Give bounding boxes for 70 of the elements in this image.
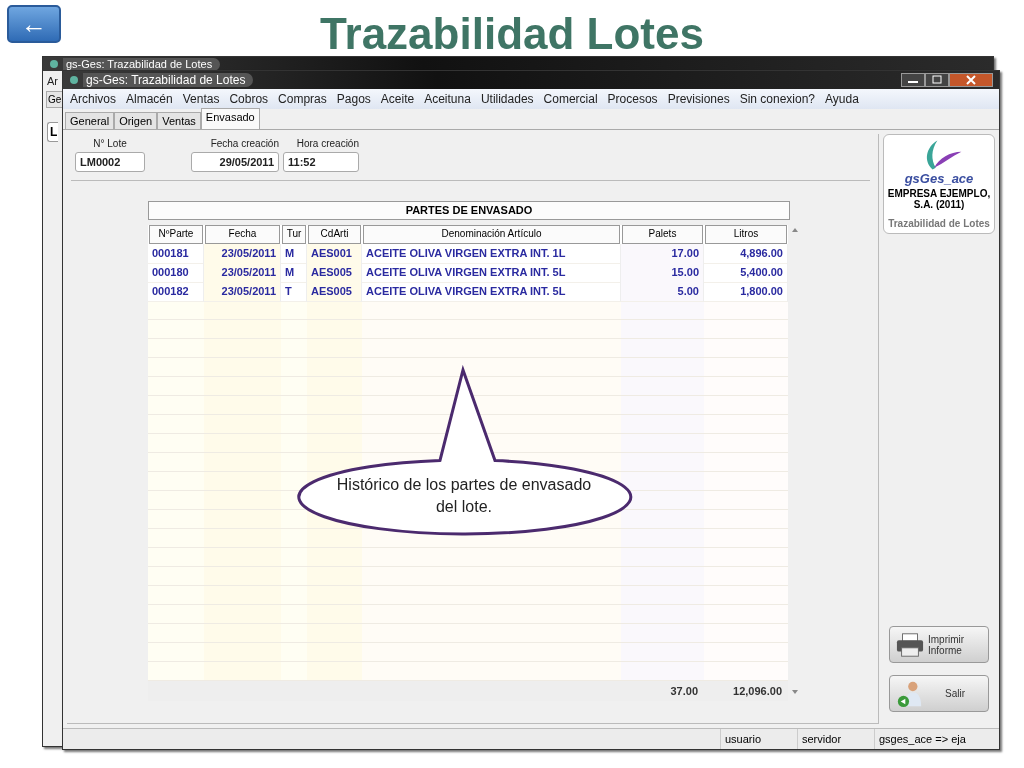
menu-item[interactable]: Comercial (538, 92, 603, 106)
text-field[interactable]: 29/05/2011 (191, 152, 279, 172)
field-label: Fecha creación (210, 138, 279, 149)
menu-item[interactable]: Cobros (224, 92, 274, 106)
column-header[interactable]: NºParte (149, 225, 203, 244)
scroll-up-icon[interactable] (791, 227, 799, 233)
status-text: usuario (720, 729, 797, 749)
text-field[interactable]: 11:52 (283, 152, 359, 172)
text-field[interactable]: LM0002 (75, 152, 145, 172)
total-cell-text: 12,096.00 (732, 684, 783, 699)
menu-item[interactable]: Aceite (375, 92, 420, 106)
column-header[interactable]: Denominación Artículo (363, 225, 620, 244)
total-cell-text: 37.00 (669, 684, 699, 699)
close-icon[interactable] (949, 73, 993, 87)
table-cell: 5.00 (621, 282, 704, 302)
maximize-icon[interactable] (925, 73, 949, 87)
tab[interactable]: Ventas (157, 112, 201, 129)
table-cell: 17.00 (621, 244, 704, 264)
table-cell: AES005 (307, 282, 362, 302)
menu-item[interactable]: Archivos (65, 92, 121, 106)
table-cell: 5,400.00 (704, 263, 788, 283)
window-title: gs-Ges: Trazabilidad de Lotes (63, 57, 221, 71)
column-header[interactable]: Litros (705, 225, 787, 244)
person-icon (896, 679, 924, 708)
exit-button[interactable]: Salir (889, 675, 989, 712)
tab[interactable]: Ge (46, 91, 63, 108)
menu-item[interactable]: Sin conexion? (734, 92, 821, 106)
slide-title: Trazabilidad Lotes (320, 10, 704, 58)
table-cell: 23/05/2011 (204, 282, 281, 302)
company-name: EMPRESA EJEMPLO, S.A. (2011) (886, 188, 992, 210)
table-cell: 4,896.00 (704, 244, 788, 264)
column-header[interactable]: CdArti (308, 225, 361, 244)
grid-title: PARTES DE ENVASADO (148, 201, 790, 220)
column-header[interactable]: Palets (622, 225, 703, 244)
table-cell: AES001 (307, 244, 362, 264)
menu-item[interactable]: Utilidades (475, 92, 539, 106)
table-cell: AES005 (307, 263, 362, 283)
menu-item[interactable]: Pagos (331, 92, 376, 106)
tab[interactable]: Envasado (200, 108, 260, 129)
menu-item[interactable]: Aceituna (419, 92, 476, 106)
column-header[interactable]: Fecha (205, 225, 280, 244)
printer-icon (896, 630, 924, 659)
field-label: N° Lote (93, 138, 127, 149)
callout-text: Histórico de los partes de envasado del lote. (335, 475, 593, 517)
minimize-icon[interactable] (901, 73, 925, 87)
menu-item[interactable]: Almacén (121, 92, 178, 106)
module-name: Trazabilidad de Lotes (888, 218, 990, 229)
table-cell: 15.00 (621, 263, 704, 283)
text-field[interactable]: L (47, 122, 59, 142)
print-button[interactable]: Imprimir Informe (889, 626, 989, 663)
tab[interactable]: General (65, 112, 115, 129)
table-cell: 23/05/2011 (204, 263, 281, 283)
table-cell: ACEITE OLIVA VIRGEN EXTRA INT. 1L (362, 244, 621, 264)
field-label: Hora creación (296, 138, 359, 149)
menu-item[interactable]: Compras (273, 92, 332, 106)
window-title: gs-Ges: Trazabilidad de Lotes (83, 73, 254, 87)
menu-item[interactable]: Ar (46, 75, 59, 87)
menu-item[interactable]: Procesos (602, 92, 663, 106)
menu-item[interactable]: Previsiones (662, 92, 735, 106)
column-header[interactable]: Tur (282, 225, 306, 244)
status-text: servidor (797, 729, 874, 749)
status-text: gsges_ace => eja (874, 729, 999, 749)
scroll-down-icon[interactable] (791, 689, 799, 695)
tab[interactable]: Origen (114, 112, 158, 129)
logo-text: gsGes_ace (904, 171, 974, 186)
table-cell: ACEITE OLIVA VIRGEN EXTRA INT. 5L (362, 263, 621, 283)
menu-item[interactable]: Ayuda (820, 92, 864, 106)
table-cell: 23/05/2011 (204, 244, 281, 264)
menu-item[interactable]: Ventas (177, 92, 225, 106)
back-button[interactable]: ← (7, 5, 61, 43)
